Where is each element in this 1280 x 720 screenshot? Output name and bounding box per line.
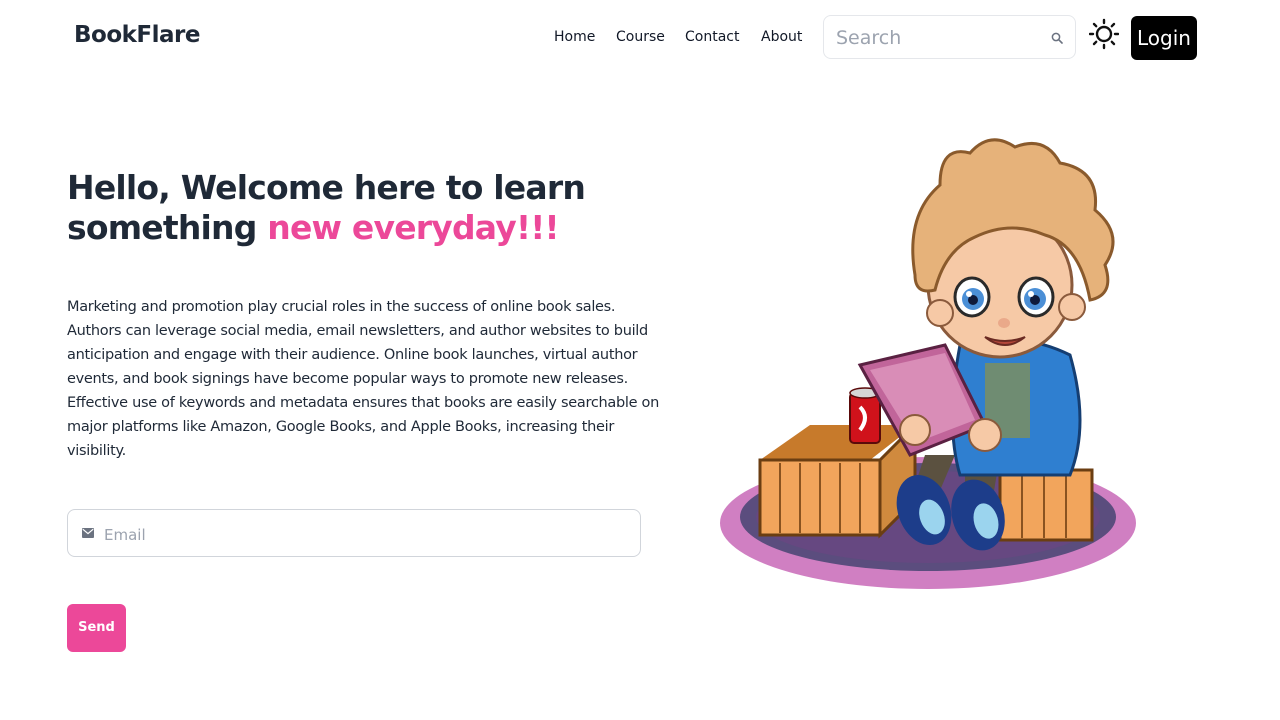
hero-title-highlight: new everyday!!! [267, 208, 559, 247]
nav-item-about[interactable]: About [761, 29, 802, 45]
hero-title-line2: something [67, 208, 268, 247]
wooden-crate-icon [758, 421, 917, 539]
hero-title-line1: Hello, Welcome here to learn [67, 168, 586, 207]
search-input[interactable] [834, 24, 1038, 52]
email-box [67, 509, 641, 557]
envelope-icon [82, 528, 94, 538]
sun-icon[interactable] [1089, 18, 1119, 50]
boy-reading-illustration [720, 138, 1136, 589]
hero-description: Marketing and promotion play crucial rol… [67, 299, 659, 459]
email-input[interactable] [102, 522, 626, 548]
hero-title: Hello, Welcome here to learn something n… [67, 168, 667, 248]
nav-item-course[interactable]: Course [616, 29, 665, 45]
nav-item-contact[interactable]: Contact [685, 29, 739, 45]
soda-can-icon [849, 387, 881, 444]
brand-logo[interactable]: BookFlare [74, 22, 201, 48]
search-box [823, 15, 1076, 59]
search-icon[interactable] [1051, 32, 1063, 44]
nav-item-home[interactable]: Home [554, 29, 595, 45]
navbar: BookFlare Home Course Contact About Logi… [0, 0, 1280, 76]
send-button[interactable]: Send [67, 604, 126, 652]
login-button[interactable]: Login [1131, 16, 1197, 60]
